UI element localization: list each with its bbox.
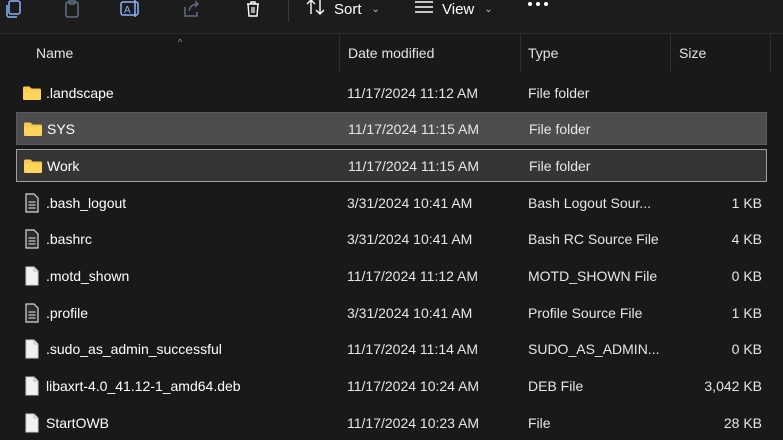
file-size: 3,042 KB <box>704 377 762 394</box>
sort-button[interactable]: Sort ⌄ <box>306 0 380 22</box>
file-name: .landscape <box>46 84 114 101</box>
file-name: .sudo_as_admin_successful <box>46 340 222 357</box>
file-row[interactable]: .landscape 11/17/2024 11:12 AM File folder <box>16 76 767 109</box>
file-name: Work <box>47 157 80 174</box>
folder-icon <box>22 76 42 109</box>
file-row[interactable]: libaxrt-4.0_41.12-1_amd64.deb 11/17/2024 … <box>16 369 767 402</box>
sort-ascending-icon: ^ <box>178 37 183 47</box>
file-date-modified: 11/17/2024 11:12 AM <box>347 84 479 101</box>
file-size: 0 KB <box>731 340 762 357</box>
file-date-modified: 11/17/2024 11:15 AM <box>348 120 480 137</box>
file-name: StartOWB <box>46 414 110 431</box>
delete-icon[interactable] <box>241 0 265 20</box>
file-type: Bash Logout Sour... <box>528 194 651 211</box>
file-date-modified: 11/17/2024 10:24 AM <box>347 377 480 394</box>
rename-icon[interactable]: A <box>119 0 143 20</box>
column-header-type[interactable]: Type <box>528 34 558 72</box>
file-size: 1 KB <box>731 304 762 321</box>
file-type: Bash RC Source File <box>528 230 659 247</box>
column-header-name[interactable]: Name <box>36 34 73 72</box>
file-row[interactable]: .bashrc 3/31/2024 10:41 AM Bash RC Source … <box>16 222 767 255</box>
column-header-date[interactable]: Date modified <box>348 34 434 72</box>
file-type: File folder <box>528 84 590 101</box>
folder-icon <box>23 150 43 181</box>
column-divider[interactable] <box>670 34 671 72</box>
file-name: .bashrc <box>46 230 92 247</box>
file-size <box>676 76 762 109</box>
blank-file-icon <box>22 259 42 292</box>
file-type: SUDO_AS_ADMIN... <box>528 340 660 357</box>
chevron-down-icon: ⌄ <box>371 3 380 15</box>
file-type: File <box>528 414 551 431</box>
view-label: View <box>442 0 475 18</box>
file-type: File folder <box>529 120 591 137</box>
file-row[interactable]: Work 11/17/2024 11:15 AM File folder <box>16 149 767 182</box>
column-header-size[interactable]: Size <box>679 34 706 72</box>
file-type: File folder <box>529 157 591 174</box>
text-file-icon <box>22 296 42 329</box>
file-row[interactable]: .motd_shown 11/17/2024 11:12 AM MOTD_SHOWN… <box>16 259 767 292</box>
svg-text:A: A <box>124 5 131 16</box>
file-size: 0 KB <box>731 267 762 284</box>
column-divider[interactable] <box>770 34 771 72</box>
chevron-down-icon: ⌄ <box>484 3 493 15</box>
file-size: 1 KB <box>731 194 762 211</box>
file-date-modified: 11/17/2024 10:23 AM <box>347 414 480 431</box>
file-row[interactable]: .sudo_as_admin_successful 11/17/2024 11:1… <box>16 332 767 365</box>
sort-icon <box>306 0 326 20</box>
file-date-modified: 3/31/2024 10:41 AM <box>347 230 473 247</box>
file-type: Profile Source File <box>528 304 643 321</box>
file-name: .motd_shown <box>46 267 130 284</box>
text-file-icon <box>22 186 42 219</box>
text-file-icon <box>22 222 42 255</box>
file-date-modified: 11/17/2024 11:15 AM <box>348 157 480 174</box>
column-divider[interactable] <box>339 34 340 72</box>
file-name: .profile <box>46 304 89 321</box>
file-row[interactable]: .bash_logout 3/31/2024 10:41 AM Bash Logou… <box>16 186 767 219</box>
folder-icon <box>23 113 43 144</box>
blank-file-icon <box>22 332 42 365</box>
paste-icon[interactable] <box>60 0 84 20</box>
view-button[interactable]: View ⌄ <box>414 0 493 22</box>
file-row[interactable]: .profile 3/31/2024 10:41 AM Profile Source… <box>16 296 767 329</box>
file-type: MOTD_SHOWN File <box>528 267 658 284</box>
command-bar: A Sort ⌄ View ⌄ <box>0 0 783 34</box>
file-date-modified: 11/17/2024 11:12 AM <box>347 267 479 284</box>
file-size <box>677 113 763 144</box>
file-date-modified: 11/17/2024 11:14 AM <box>347 340 479 357</box>
share-icon[interactable] <box>180 0 204 20</box>
toolbar-divider <box>288 0 289 22</box>
file-size <box>677 150 763 181</box>
file-size: 28 KB <box>723 414 762 431</box>
copy-icon[interactable] <box>2 0 26 20</box>
file-name: SYS <box>47 120 76 137</box>
file-name: .bash_logout <box>46 194 127 211</box>
file-row[interactable]: StartOWB 11/17/2024 10:23 AM File 28 KB <box>16 406 767 439</box>
more-options-icon[interactable] <box>528 2 548 6</box>
file-row[interactable]: SYS 11/17/2024 11:15 AM File folder <box>16 112 767 145</box>
file-size: 4 KB <box>731 230 762 247</box>
sort-label: Sort <box>334 0 362 18</box>
blank-file-icon <box>22 369 42 402</box>
blank-file-icon <box>22 406 42 439</box>
file-type: DEB File <box>528 377 584 394</box>
view-icon <box>414 0 434 19</box>
file-date-modified: 3/31/2024 10:41 AM <box>347 304 473 321</box>
column-divider[interactable] <box>520 34 521 72</box>
file-name: libaxrt-4.0_41.12-1_amd64.deb <box>46 377 241 394</box>
column-header-row: ^ Name Date modified Type Size <box>0 34 783 72</box>
file-date-modified: 3/31/2024 10:41 AM <box>347 194 473 211</box>
